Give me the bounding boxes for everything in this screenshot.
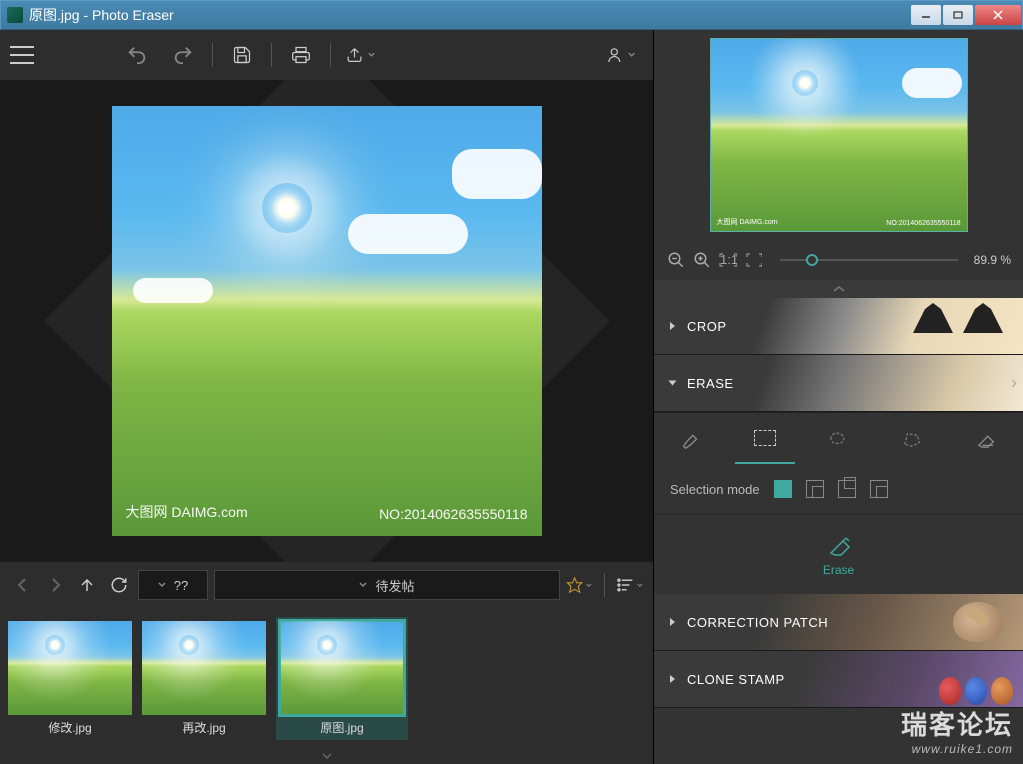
section-label: CORRECTION PATCH — [687, 615, 828, 630]
main-image: 大图网 DAIMG.com NO:2014062635550118 — [112, 106, 542, 536]
chevron-right-icon[interactable]: › — [1011, 373, 1017, 394]
share-button[interactable] — [345, 40, 375, 70]
undo-button[interactable] — [122, 40, 152, 70]
eraser-tool[interactable] — [956, 413, 1016, 464]
zoom-controls: 1:1 89.9 % — [654, 240, 1023, 280]
thumbnail-label: 原图.jpg — [320, 719, 363, 736]
back-button[interactable] — [10, 572, 36, 598]
breadcrumb-2[interactable]: 待发帖 — [214, 570, 560, 600]
mode-new-icon[interactable] — [774, 480, 792, 498]
mode-subtract-icon[interactable] — [838, 480, 856, 498]
strip-collapse[interactable] — [0, 748, 653, 764]
main-toolbar — [0, 30, 653, 80]
window-titlebar: 原图.jpg - Photo Eraser — [0, 0, 1023, 30]
breadcrumb-1[interactable]: ?? — [138, 570, 208, 600]
forum-watermark: 瑞客论坛 www.ruike1.com — [901, 705, 1013, 756]
toolbar-divider — [604, 573, 605, 597]
selection-mode-row: Selection mode — [654, 464, 1023, 514]
polygon-tool[interactable] — [882, 413, 942, 464]
mode-intersect-icon[interactable] — [870, 480, 888, 498]
image-watermark-right: NO:2014062635550118 — [379, 506, 527, 522]
menu-button[interactable] — [10, 46, 34, 64]
nav-bar: ?? 待发帖 — [0, 562, 653, 608]
zoom-in-icon[interactable] — [692, 250, 712, 270]
image-watermark-left: 大图网 DAIMG.com — [126, 502, 248, 522]
erase-action-label: Erase — [823, 563, 854, 577]
lasso-tool[interactable] — [808, 413, 868, 464]
close-button[interactable] — [975, 5, 1021, 25]
maximize-button[interactable] — [943, 5, 973, 25]
app-icon — [7, 7, 23, 23]
thumbnail-label: 再改.jpg — [182, 719, 225, 736]
refresh-button[interactable] — [106, 572, 132, 598]
chevron-right-icon — [670, 618, 675, 626]
window-controls — [910, 5, 1022, 25]
sort-button[interactable] — [617, 572, 643, 598]
zoom-percentage: 89.9 % — [974, 253, 1011, 267]
print-button[interactable] — [286, 40, 316, 70]
thumbnail-item[interactable]: 修改.jpg — [8, 621, 132, 736]
collapse-preview[interactable] — [654, 280, 1023, 298]
chevron-down-icon — [669, 381, 677, 386]
thumbnail-item[interactable]: 再改.jpg — [142, 621, 266, 736]
right-panel: 大图网 DAIMG.com NO:2014062635550118 1:1 89… — [653, 30, 1023, 764]
zoom-out-icon[interactable] — [666, 250, 686, 270]
section-clone-stamp[interactable]: CLONE STAMP — [654, 651, 1023, 708]
favorite-button[interactable] — [566, 572, 592, 598]
svg-text:1:1: 1:1 — [720, 253, 737, 267]
save-button[interactable] — [227, 40, 257, 70]
marquee-tool[interactable] — [735, 413, 795, 464]
thumbnail-item-active[interactable]: 原图.jpg — [276, 617, 408, 740]
toolbar-divider — [330, 43, 331, 67]
section-label: CLONE STAMP — [687, 672, 785, 687]
mode-add-icon[interactable] — [806, 480, 824, 498]
brush-tool[interactable] — [661, 413, 721, 464]
thumbnail-strip: 修改.jpg 再改.jpg 原图.jpg — [0, 608, 653, 748]
fit-1-1-icon[interactable]: 1:1 — [718, 250, 738, 270]
section-crop[interactable]: CROP — [654, 298, 1023, 355]
eraser-icon — [825, 533, 853, 557]
section-erase[interactable]: ERASE › — [654, 355, 1023, 412]
forward-button[interactable] — [42, 572, 68, 598]
preview-thumbnail: 大图网 DAIMG.com NO:2014062635550118 — [654, 30, 1023, 240]
up-button[interactable] — [74, 572, 100, 598]
thumbnail-label: 修改.jpg — [48, 719, 91, 736]
zoom-slider[interactable] — [780, 259, 958, 261]
canvas-area[interactable]: 大图网 DAIMG.com NO:2014062635550118 — [0, 80, 653, 562]
toolbar-divider — [212, 43, 213, 67]
section-correction-patch[interactable]: CORRECTION PATCH — [654, 594, 1023, 651]
chevron-right-icon — [670, 675, 675, 683]
minimize-button[interactable] — [911, 5, 941, 25]
window-title: 原图.jpg - Photo Eraser — [29, 5, 910, 25]
user-button[interactable] — [605, 40, 635, 70]
section-label: ERASE — [687, 376, 734, 391]
redo-button[interactable] — [168, 40, 198, 70]
erase-action-button[interactable]: Erase — [654, 514, 1023, 594]
chevron-right-icon — [670, 322, 675, 330]
fit-screen-icon[interactable] — [744, 250, 764, 270]
toolbar-divider — [271, 43, 272, 67]
erase-tool-row — [654, 412, 1023, 464]
section-label: CROP — [687, 319, 727, 334]
selection-mode-label: Selection mode — [670, 482, 760, 497]
